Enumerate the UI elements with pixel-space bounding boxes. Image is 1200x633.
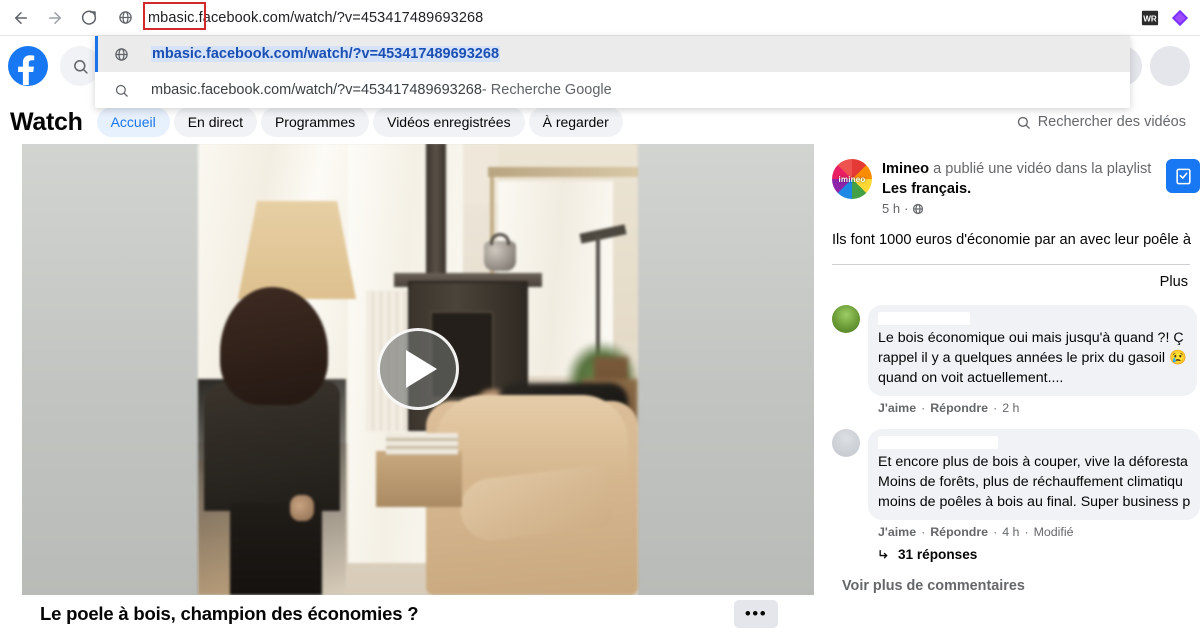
comment-actions: J'aime · Répondre · 4 h · Modifié bbox=[878, 525, 1200, 539]
action-separator: · bbox=[921, 525, 926, 539]
comment-actions: J'aime · Répondre · 2 h bbox=[878, 401, 1200, 415]
extension-icons: WR bbox=[1140, 8, 1190, 28]
post-header-text: Imineo a publié une vidéo dans la playli… bbox=[882, 159, 1158, 216]
comment-body: Le bois économique oui mais jusqu'à quan… bbox=[868, 305, 1200, 415]
suggestion-url-text: mbasic.facebook.com/watch/?v=45341748969… bbox=[151, 46, 501, 62]
comment-text-line: Moins de forêts, plus de réchauffement c… bbox=[878, 474, 1183, 490]
comment-text-line: Le bois économique oui mais jusqu'à quan… bbox=[878, 330, 1184, 346]
comment-item: Le bois économique oui mais jusqu'à quan… bbox=[832, 305, 1200, 415]
comment-avatar[interactable] bbox=[832, 429, 860, 457]
action-separator: · bbox=[921, 401, 926, 415]
suggestion-row-search[interactable]: mbasic.facebook.com/watch/?v=45341748969… bbox=[95, 72, 1130, 108]
tab-videos-enregistrees[interactable]: Vidéos enregistrées bbox=[373, 107, 525, 137]
suggestion-search-suffix: - Recherche Google bbox=[481, 82, 612, 98]
save-to-playlist-button[interactable] bbox=[1166, 159, 1200, 193]
watch-tabs: Accueil En direct Programmes Vidéos enre… bbox=[96, 107, 623, 137]
play-button[interactable] bbox=[377, 328, 459, 410]
globe-icon bbox=[109, 47, 133, 62]
comment-text-line: Et encore plus de bois à couper, vive la… bbox=[878, 454, 1188, 470]
omnibox-suggestions: mbasic.facebook.com/watch/?v=45341748969… bbox=[95, 36, 1130, 108]
facebook-search-button[interactable] bbox=[60, 46, 100, 86]
post-details-panel: imineo Imineo a publié une vidéo dans la… bbox=[822, 143, 1200, 633]
post-meta: 5 h · bbox=[882, 201, 1158, 216]
globe-icon bbox=[114, 7, 136, 29]
video-title: Le poele à bois, champion des économies … bbox=[40, 603, 419, 624]
avatar-label: imineo bbox=[838, 174, 866, 184]
video-search-placeholder: Rechercher des vidéos bbox=[1037, 114, 1186, 130]
back-arrow-icon[interactable] bbox=[6, 3, 36, 33]
url-wrapper: mbasic.facebook.com/watch/?v=45341748969… bbox=[143, 1, 483, 30]
comment-time: 2 h bbox=[1002, 401, 1020, 415]
svg-text:WR: WR bbox=[1143, 14, 1157, 23]
messenger-button[interactable] bbox=[1150, 46, 1190, 86]
tab-accueil[interactable]: Accueil bbox=[96, 107, 170, 137]
suggestion-row-url[interactable]: mbasic.facebook.com/watch/?v=45341748969… bbox=[95, 36, 1130, 72]
post-byline: Imineo a publié une vidéo dans la playli… bbox=[882, 159, 1158, 199]
post-more-link[interactable]: Plus bbox=[1160, 274, 1188, 290]
comment-text-line: rappel il y a quelques années le prix du… bbox=[878, 350, 1187, 366]
search-icon bbox=[1017, 116, 1030, 129]
comment-edited-label: Modifié bbox=[1033, 525, 1074, 539]
tab-a-regarder[interactable]: À regarder bbox=[528, 107, 623, 137]
comment-text-line: moins de poêles à bois au final. Super b… bbox=[878, 494, 1191, 510]
comment-author-hidden bbox=[878, 436, 998, 449]
comment-time: 4 h bbox=[1002, 525, 1020, 539]
suggestion-search-text: mbasic.facebook.com/watch/?v=45341748969… bbox=[151, 82, 482, 98]
forward-arrow-icon[interactable] bbox=[40, 3, 70, 33]
post-action-text: a publié une vidéo dans la playlist bbox=[929, 161, 1152, 177]
post-playlist-name[interactable]: Les français. bbox=[882, 181, 971, 197]
screenshot-root: mbasic.facebook.com/watch/?v=45341748969… bbox=[0, 0, 1200, 633]
post-header: imineo Imineo a publié une vidéo dans la… bbox=[832, 159, 1200, 216]
video-column: Le poele à bois, champion des économies … bbox=[22, 143, 814, 633]
video-player[interactable] bbox=[22, 143, 814, 595]
video-footer: Le poele à bois, champion des économies … bbox=[22, 595, 814, 633]
reload-icon[interactable] bbox=[74, 3, 104, 33]
avatar[interactable]: imineo bbox=[832, 159, 872, 199]
play-triangle-icon bbox=[406, 350, 437, 388]
reply-arrow-icon bbox=[879, 550, 888, 559]
video-search-input[interactable]: Rechercher des vidéos bbox=[1016, 114, 1186, 130]
main-content: Le poele à bois, champion des économies … bbox=[0, 143, 1200, 633]
post-author[interactable]: Imineo bbox=[882, 161, 929, 177]
post-body-text: Ils font 1000 euros d'économie par an av… bbox=[832, 232, 1191, 248]
comment-bubble: Et encore plus de bois à couper, vive la… bbox=[868, 429, 1200, 520]
comment-avatar[interactable] bbox=[832, 305, 860, 333]
search-icon bbox=[109, 83, 133, 98]
comment-like-button[interactable]: J'aime bbox=[878, 525, 916, 539]
browser-toolbar: mbasic.facebook.com/watch/?v=45341748969… bbox=[0, 0, 1200, 36]
comment-author-hidden bbox=[878, 312, 970, 325]
letterbox-right bbox=[638, 143, 814, 595]
action-separator: · bbox=[993, 525, 998, 539]
comment-replies-count: 31 réponses bbox=[898, 547, 978, 562]
ellipsis-icon: ••• bbox=[744, 604, 768, 623]
address-bar[interactable]: mbasic.facebook.com/watch/?v=45341748969… bbox=[114, 1, 1132, 33]
comment-reply-button[interactable]: Répondre bbox=[930, 401, 988, 415]
see-more-comments-link[interactable]: Voir plus de commentaires bbox=[842, 578, 1200, 594]
globe-icon bbox=[913, 203, 924, 214]
action-separator: · bbox=[993, 401, 998, 415]
page-title: Watch bbox=[10, 107, 83, 136]
tab-en-direct[interactable]: En direct bbox=[173, 107, 257, 137]
wr-extension-icon[interactable]: WR bbox=[1140, 8, 1160, 28]
comment-like-button[interactable]: J'aime bbox=[878, 401, 916, 415]
save-playlist-icon bbox=[1175, 168, 1191, 184]
url-text[interactable]: mbasic.facebook.com/watch/?v=45341748969… bbox=[148, 10, 483, 26]
comment-bubble: Le bois économique oui mais jusqu'à quan… bbox=[868, 305, 1197, 396]
facebook-logo[interactable] bbox=[8, 46, 48, 86]
comment-replies-toggle[interactable]: 31 réponses bbox=[878, 547, 1200, 562]
comment-reply-button[interactable]: Répondre bbox=[930, 525, 988, 539]
action-separator: · bbox=[1024, 525, 1029, 539]
comment-text-line: quand on voit actuellement.... bbox=[878, 370, 1064, 386]
tab-programmes[interactable]: Programmes bbox=[260, 107, 370, 137]
post-time: 5 h bbox=[882, 201, 901, 216]
comment-body: Et encore plus de bois à couper, vive la… bbox=[868, 429, 1200, 562]
post-more-row: Plus bbox=[832, 265, 1200, 291]
post-meta-separator: · bbox=[904, 201, 909, 216]
video-more-options-button[interactable]: ••• bbox=[734, 600, 778, 628]
comment-item: Et encore plus de bois à couper, vive la… bbox=[832, 429, 1200, 562]
letterbox-left bbox=[22, 143, 198, 595]
diamond-extension-icon[interactable] bbox=[1170, 8, 1190, 28]
